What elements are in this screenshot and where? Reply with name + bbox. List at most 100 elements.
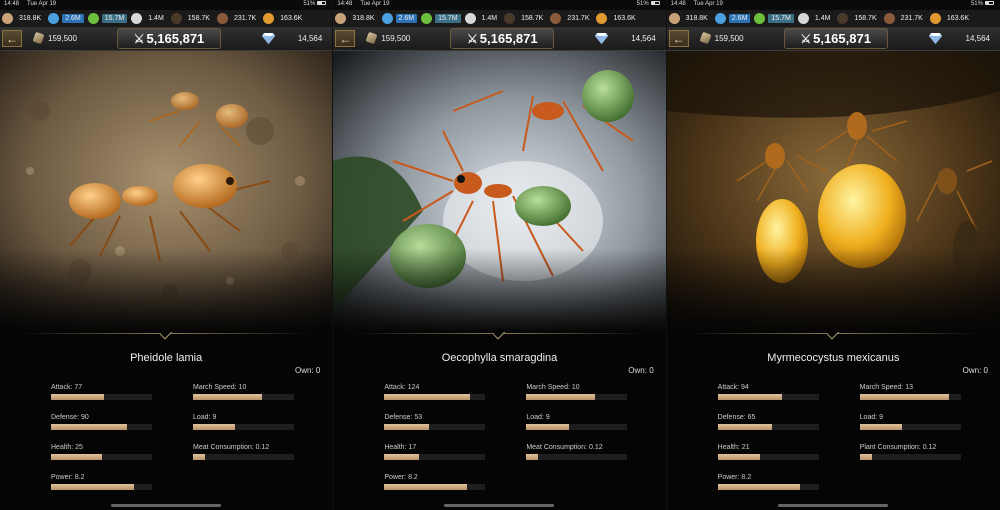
stat-label: Attack: 124	[384, 384, 420, 391]
battery-indicator: 51%	[303, 1, 327, 7]
resource-honeydew[interactable]: 163.6K	[596, 13, 638, 24]
resource-sand[interactable]: 1.4M	[464, 13, 501, 24]
stat-march-speed: March Speed: 10	[526, 384, 628, 400]
section-divider	[333, 327, 665, 340]
resource-bar: 318.8K 2.6M 15.7M 1.4M 158.7K 231.7K 163…	[0, 10, 333, 27]
resource-leaf[interactable]: 15.7M	[754, 13, 794, 24]
stat-bar	[717, 424, 819, 430]
header-bar: ← 159,500 ⚔ 5,165,871 14,564	[666, 27, 1000, 51]
leaf-icon	[87, 13, 99, 24]
wet-soil-icon	[837, 13, 849, 24]
section-divider	[667, 327, 1000, 340]
resource-meat[interactable]: 318.8K	[668, 13, 711, 24]
resource-value: 158.7K	[521, 15, 544, 22]
home-indicator[interactable]	[444, 504, 555, 507]
resource-sand[interactable]: 1.4M	[131, 13, 167, 24]
resource-honeydew[interactable]: 163.6K	[263, 13, 305, 24]
status-date: Tue Apr 19	[27, 1, 57, 7]
resource-wet-soil[interactable]: 158.7K	[837, 13, 879, 24]
home-indicator[interactable]	[778, 504, 889, 507]
resource-water[interactable]: 2.6M	[714, 13, 751, 24]
stat-bar	[859, 424, 961, 430]
resource-meat[interactable]: 318.8K	[335, 13, 377, 24]
stat-label: Power: 8.2	[384, 474, 418, 481]
stat-label: Meat Consumption: 0.12	[526, 444, 603, 451]
chevron-down-icon	[493, 327, 506, 340]
resource-soil[interactable]: 231.7K	[216, 13, 259, 24]
status-date: Tue Apr 19	[360, 1, 390, 7]
back-button[interactable]: ←	[335, 30, 356, 47]
stat-power: Power: 8.2	[51, 474, 152, 490]
resource-leaf[interactable]: 15.7M	[421, 13, 461, 24]
food-icon	[365, 31, 378, 45]
resource-water[interactable]: 2.6M	[48, 13, 84, 24]
ant-panel-2: 14:48 Tue Apr 19 51% 318.8K 2.6M 15.7M 1…	[333, 0, 667, 510]
resource-wet-soil[interactable]: 158.7K	[504, 13, 546, 24]
resource-bar: 318.8K 2.6M 15.7M 1.4M 158.7K 231.7K 163…	[666, 10, 1000, 27]
resource-value: 158.7K	[854, 15, 877, 22]
status-bar: 14:48 Tue Apr 19 51%	[0, 0, 333, 10]
home-indicator[interactable]	[111, 504, 222, 507]
food-value: 159,500	[714, 33, 744, 43]
stat-health: Health: 17	[384, 444, 486, 460]
stat-label: Power: 8.2	[51, 474, 85, 481]
status-time: 14:48	[337, 1, 353, 7]
back-button[interactable]: ←	[2, 30, 22, 47]
resource-water[interactable]: 2.6M	[381, 13, 418, 24]
stat-label: Attack: 94	[717, 384, 749, 391]
status-time: 14:48	[4, 1, 20, 7]
resource-value: 1.4M	[148, 15, 164, 22]
battery-indicator: 51%	[971, 1, 994, 7]
resource-meat[interactable]: 318.8K	[2, 13, 44, 24]
stat-label: Defense: 90	[51, 414, 89, 421]
stat-label: March Speed: 13	[859, 384, 913, 391]
stat-label: Meat Consumption: 0.12	[193, 444, 270, 451]
ant-image	[0, 51, 333, 333]
battery-icon	[650, 1, 660, 6]
leaf-icon	[754, 13, 766, 24]
gems-value: 14,564	[631, 34, 656, 43]
stat-label: Health: 17	[384, 444, 417, 451]
sand-icon	[797, 13, 809, 24]
resource-value: 2.6M	[395, 14, 418, 23]
arrow-left-icon: ←	[339, 31, 352, 46]
stat-bar	[51, 394, 152, 400]
stat-load: Load: 9	[526, 414, 628, 430]
resource-sand[interactable]: 1.4M	[797, 13, 834, 24]
resource-leaf[interactable]: 15.7M	[87, 13, 128, 24]
resource-value: 318.8K	[352, 15, 375, 22]
chevron-down-icon	[827, 327, 840, 340]
resource-value: 1.4M	[481, 15, 498, 22]
resource-wet-soil[interactable]: 158.7K	[170, 13, 213, 24]
battery-percent: 51%	[303, 1, 316, 7]
stat-bar	[51, 424, 152, 430]
resource-soil[interactable]: 231.7K	[550, 13, 592, 24]
wet-soil-icon	[170, 13, 182, 24]
stat-attack: Attack: 124	[384, 384, 486, 400]
food-counter: 159,500	[699, 31, 744, 45]
stat-bar	[193, 454, 294, 460]
stat-bar	[526, 454, 628, 460]
diamond-icon	[928, 33, 942, 44]
stat-label: Plant Consumption: 0.12	[859, 444, 937, 451]
status-bar: 14:48 Tue Apr 19 51%	[666, 0, 1000, 10]
back-button[interactable]: ←	[668, 30, 689, 47]
own-label: Own:	[962, 366, 982, 375]
stat-bar	[51, 454, 152, 460]
resource-honeydew[interactable]: 163.6K	[929, 13, 972, 24]
honeydew-icon	[596, 13, 608, 24]
stat-health: Health: 25	[51, 444, 152, 460]
stat-consumption: Meat Consumption: 0.12	[193, 444, 294, 460]
resource-value: 318.8K	[685, 15, 708, 22]
resource-value: 231.7K	[900, 15, 923, 22]
resource-soil[interactable]: 231.7K	[883, 13, 926, 24]
food-counter: 159,500	[32, 31, 77, 45]
header-bar: ← 159,500 ⚔ 5,165,871 14,564	[0, 27, 333, 51]
battery-percent: 51%	[636, 1, 649, 7]
food-icon	[32, 31, 45, 45]
resource-value: 15.7M	[768, 14, 794, 23]
resource-value: 163.6K	[613, 15, 636, 22]
ant-panel-3: 14:48 Tue Apr 19 51% 318.8K 2.6M 15.7M 1…	[666, 0, 1000, 510]
honeydew-icon	[263, 13, 275, 24]
water-icon	[381, 13, 393, 24]
